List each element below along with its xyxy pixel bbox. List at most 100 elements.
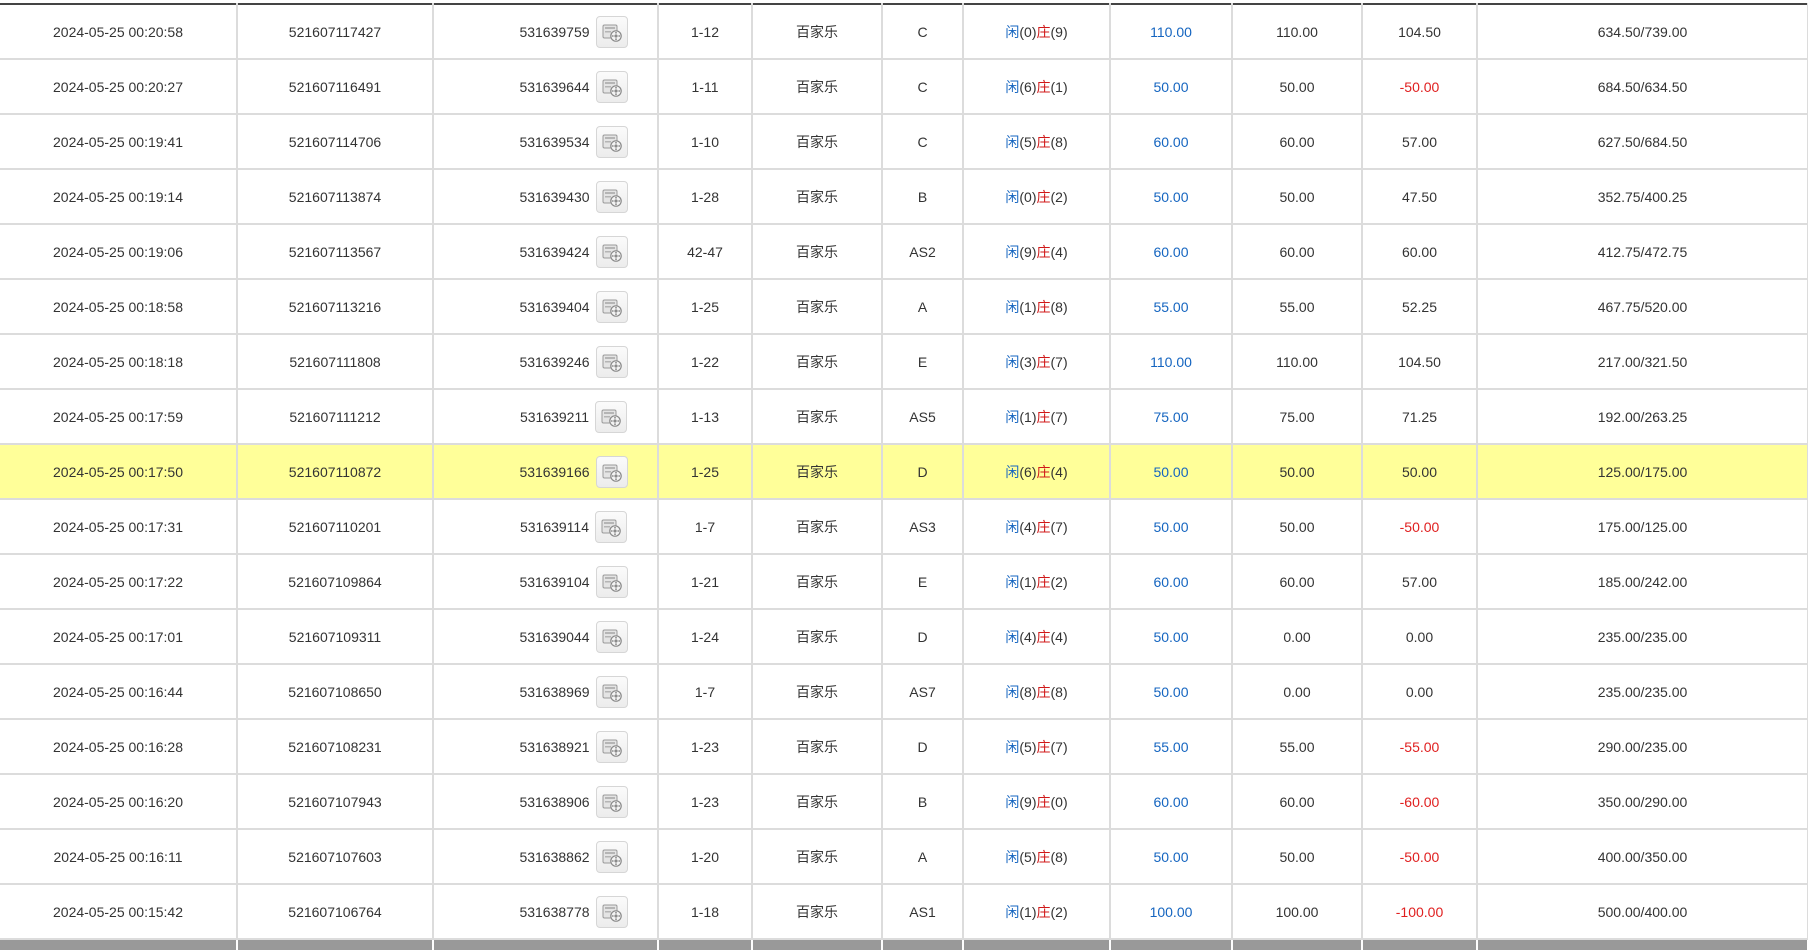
- round-cell: 531639104: [433, 554, 659, 610]
- betting-records-table: 2024-05-25 00:20:58 521607117427 531639759…: [0, 3, 1808, 950]
- shoe-hand: 1-10: [658, 114, 753, 170]
- win-loss: 57.00: [1362, 554, 1478, 610]
- bet-amount: 50.00: [1110, 169, 1233, 225]
- table-row: 2024-05-25 00:19:14 521607113874 531639430…: [0, 169, 1808, 225]
- balance-before-after: 352.75/400.25: [1477, 169, 1808, 225]
- bet-time: 2024-05-25 00:17:01: [0, 609, 238, 665]
- valid-bet: 110.00: [1232, 334, 1363, 390]
- video-replay-icon[interactable]: [595, 895, 628, 928]
- game-type: 百家乐: [752, 499, 883, 555]
- round-number: 531639104: [519, 573, 590, 590]
- banker-label: 庄: [1036, 518, 1051, 535]
- bet-time: 2024-05-25 00:17:22: [0, 554, 238, 610]
- player-label: 闲: [1005, 133, 1020, 150]
- balance-before-after: 400.00/350.00: [1477, 829, 1808, 885]
- bet-id: 521607107603: [237, 829, 434, 885]
- table-name: A: [882, 829, 964, 885]
- valid-bet: 0.00: [1232, 609, 1363, 665]
- subtotal-empty-cell: [882, 939, 964, 950]
- balance-before-after: 125.00/175.00: [1477, 444, 1808, 500]
- round-cell: 531638906: [433, 774, 659, 830]
- player-score: (9): [1019, 793, 1037, 810]
- win-loss: -50.00: [1362, 829, 1478, 885]
- player-score: (6): [1019, 78, 1037, 95]
- table-row: 2024-05-25 00:17:01 521607109311 531639044…: [0, 609, 1808, 665]
- video-replay-icon[interactable]: [595, 290, 628, 323]
- video-replay-icon[interactable]: [595, 235, 628, 268]
- video-replay-icon[interactable]: [595, 345, 628, 378]
- video-replay-icon[interactable]: [595, 730, 628, 763]
- bet-id: 521607114706: [237, 114, 434, 170]
- table-name: AS7: [882, 664, 964, 720]
- subtotal-empty-cell: [433, 939, 659, 950]
- banker-score: (7): [1050, 518, 1068, 535]
- valid-bet: 60.00: [1232, 774, 1363, 830]
- win-loss: 104.50: [1362, 334, 1478, 390]
- video-replay-icon[interactable]: [595, 510, 628, 543]
- video-replay-icon[interactable]: [595, 620, 628, 653]
- bet-id: 521607110872: [237, 444, 434, 500]
- round-number: 531638969: [519, 683, 590, 700]
- valid-bet: 60.00: [1232, 554, 1363, 610]
- video-replay-icon[interactable]: [595, 125, 628, 158]
- table-row: 2024-05-25 00:16:11 521607107603 531638862…: [0, 829, 1808, 885]
- round-number: 531639404: [519, 298, 590, 315]
- table-name: AS3: [882, 499, 964, 555]
- result-cell: 闲(0)庄(2): [963, 169, 1111, 225]
- round-cell: 531639114: [433, 499, 659, 555]
- round-number: 531639246: [519, 353, 590, 370]
- game-type: 百家乐: [752, 114, 883, 170]
- round-cell: 531639246: [433, 334, 659, 390]
- balance-before-after: 192.00/263.25: [1477, 389, 1808, 445]
- banker-score: (0): [1050, 793, 1068, 810]
- player-label: 闲: [1005, 793, 1020, 810]
- table-row: 2024-05-25 00:20:58 521607117427 531639759…: [0, 4, 1808, 60]
- result-cell: 闲(3)庄(7): [963, 334, 1111, 390]
- banker-score: (8): [1050, 683, 1068, 700]
- video-replay-icon[interactable]: [595, 15, 628, 48]
- video-replay-icon[interactable]: [595, 400, 628, 433]
- banker-label: 庄: [1036, 628, 1051, 645]
- win-loss: 60.00: [1362, 224, 1478, 280]
- balance-before-after: 290.00/235.00: [1477, 719, 1808, 775]
- banker-score: (8): [1050, 848, 1068, 865]
- win-loss: 52.25: [1362, 279, 1478, 335]
- table-name: AS2: [882, 224, 964, 280]
- bet-time: 2024-05-25 00:19:14: [0, 169, 238, 225]
- video-replay-icon[interactable]: [595, 565, 628, 598]
- video-replay-icon[interactable]: [595, 785, 628, 818]
- bet-amount: 100.00: [1110, 884, 1233, 940]
- video-replay-icon[interactable]: [595, 180, 628, 213]
- round-cell: 531639430: [433, 169, 659, 225]
- win-loss: -60.00: [1362, 774, 1478, 830]
- video-replay-icon[interactable]: [595, 675, 628, 708]
- banker-label: 庄: [1036, 793, 1051, 810]
- result-cell: 闲(5)庄(8): [963, 114, 1111, 170]
- game-type: 百家乐: [752, 279, 883, 335]
- subtotal-label: 小计: [0, 939, 238, 950]
- table-row: 2024-05-25 00:16:44 521607108650 531638969…: [0, 664, 1808, 720]
- bet-time: 2024-05-25 00:16:44: [0, 664, 238, 720]
- banker-score: (7): [1050, 353, 1068, 370]
- table-name: AS1: [882, 884, 964, 940]
- bet-time: 2024-05-25 00:16:11: [0, 829, 238, 885]
- player-label: 闲: [1005, 298, 1020, 315]
- video-replay-icon[interactable]: [595, 70, 628, 103]
- table-row: 2024-05-25 00:20:27 521607116491 531639644…: [0, 59, 1808, 115]
- shoe-hand: 1-11: [658, 59, 753, 115]
- game-type: 百家乐: [752, 829, 883, 885]
- player-score: (9): [1019, 243, 1037, 260]
- round-number: 531639424: [519, 243, 590, 260]
- round-cell: 531639534: [433, 114, 659, 170]
- round-cell: 531639166: [433, 444, 659, 500]
- round-cell: 531639404: [433, 279, 659, 335]
- video-replay-icon[interactable]: [595, 455, 628, 488]
- subtotal-count: 17: [237, 939, 434, 950]
- player-label: 闲: [1005, 903, 1020, 920]
- result-cell: 闲(4)庄(7): [963, 499, 1111, 555]
- table-name: D: [882, 719, 964, 775]
- subtotal-empty-cell: [963, 939, 1111, 950]
- banker-label: 庄: [1036, 408, 1051, 425]
- table-name: A: [882, 279, 964, 335]
- video-replay-icon[interactable]: [595, 840, 628, 873]
